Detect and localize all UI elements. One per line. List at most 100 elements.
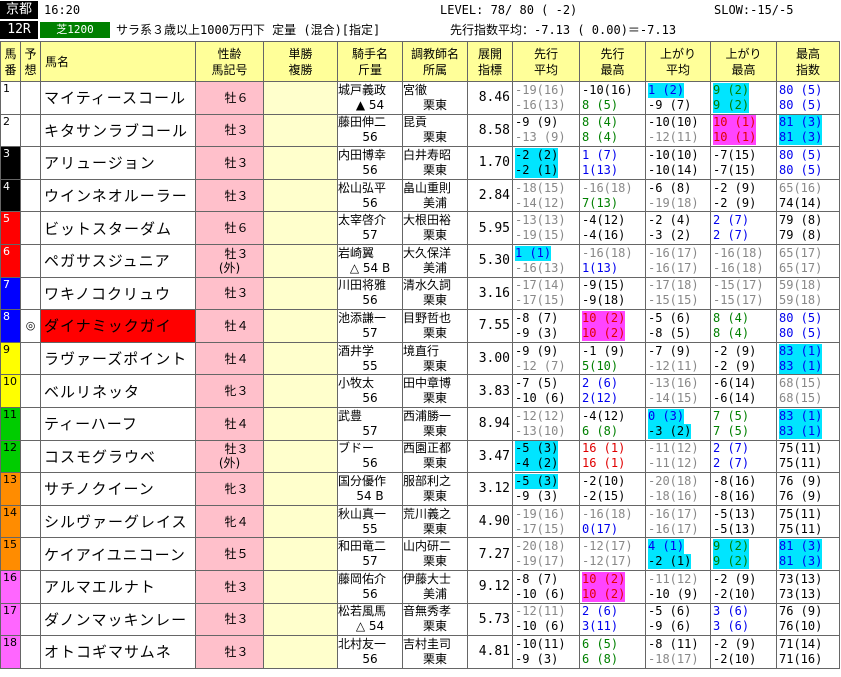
table-row[interactable]: 8 ◎ ダイナミックガイ 牡４ 池添謙一 57 目野哲也 栗東 7.55 -8 (7) -9 (… xyxy=(0,309,840,343)
jockey-cell[interactable]: 池添謙一 57 xyxy=(337,309,403,343)
stat-line: -8 (11) xyxy=(648,637,708,652)
stat-line: 74(14) xyxy=(779,196,837,211)
col-header-tenkai[interactable]: 展開 指標 xyxy=(467,41,513,82)
table-row[interactable]: 9 ラヴァーズポイント 牡４ 酒井学 55 境直行 栗東 3.00 -9 (9) -12 (7)… xyxy=(0,341,840,376)
trainer-cell[interactable]: 荒川義之 栗東 xyxy=(402,504,468,539)
stat-value: 6 (8) xyxy=(582,651,619,666)
col-header-jockey[interactable]: 騎手名 斤量 xyxy=(337,41,403,82)
horse-name[interactable]: ティーハーフ xyxy=(40,406,196,441)
table-row[interactable]: 18 オトコギマサムネ 牡３ 北村友一 56 吉村圭司 栗東 4.81 -10(11) -9 (… xyxy=(0,635,840,669)
horse-name[interactable]: マイティースコール xyxy=(40,81,196,115)
stat-line: -5 (6) xyxy=(648,604,708,619)
table-row[interactable]: 3 アリュージョン 牡３ 内田博幸 56 白井寿昭 栗東 1.70 -2 (2) -2 (1)… xyxy=(0,146,840,180)
horse-name[interactable]: オトコギマサムネ xyxy=(40,635,196,669)
stat-value: -4(12) xyxy=(582,213,626,228)
jockey-cell[interactable]: 国分優作 54 B xyxy=(337,472,403,506)
col-header-trainer[interactable]: 調教師名 所属 xyxy=(402,41,468,82)
trainer-name: 白井寿昭 xyxy=(403,147,452,162)
stat-value: 73(13) xyxy=(779,571,823,586)
jockey-cell[interactable]: 藤岡佑介 56 xyxy=(337,569,403,604)
trainer-cell[interactable]: 服部利之 栗東 xyxy=(402,472,468,506)
table-row[interactable]: 12 コスモグラウベ 牡３ (外) ブドー 56 西園正都 栗東 3.47 -5 (3) -4 … xyxy=(0,439,840,474)
table-row[interactable]: 16 アルマエルナト 牡３ 藤岡佑介 56 伊藤大士 美浦 9.12 -8 (7) -10 (6… xyxy=(0,569,840,604)
col-header-senko-avg[interactable]: 先行 平均 xyxy=(512,41,580,82)
jockey-cell[interactable]: 小牧太 56 xyxy=(337,374,403,408)
trainer-cell[interactable]: 畠山重則 美浦 xyxy=(402,178,468,213)
horse-name[interactable]: ケイアイユニコーン xyxy=(40,537,196,571)
trainer-cell[interactable]: 田中章博 栗東 xyxy=(402,374,468,408)
table-row[interactable]: 15 ケイアイユニコーン 牡５ 和田竜二 57 山内研二 栗東 7.27 -20(18) -19(… xyxy=(0,537,840,571)
jockey-cell[interactable]: 川田将雅 56 xyxy=(337,276,403,311)
col-header-sex-age[interactable]: 性齢 馬記号 xyxy=(195,41,264,82)
table-row[interactable]: 7 ワキノコクリュウ 牡３ 川田将雅 56 清水久詞 栗東 3.16 -17(14) -17(15… xyxy=(0,276,840,311)
jockey-cell[interactable]: 松若風馬 △ 54 xyxy=(337,602,403,637)
horse-name[interactable]: ビットスターダム xyxy=(40,211,196,245)
horse-name[interactable]: ペガサスジュニア xyxy=(40,243,196,278)
table-row[interactable]: 10 ベルリネッタ 牝３ 小牧太 56 田中章博 栗東 3.83 -7 (5) -10 (6) … xyxy=(0,374,840,408)
trainer-cell[interactable]: 昆貢 栗東 xyxy=(402,113,468,148)
col-header-odds[interactable]: 単勝 複勝 xyxy=(263,41,338,82)
table-row[interactable]: 17 ダノンマッキンレー 牡３ 松若風馬 △ 54 音無秀孝 栗東 5.73 -12(11) -1… xyxy=(0,602,840,637)
table-row[interactable]: 2 キタサンラブコール 牡３ 藤田伸二 56 昆貢 栗東 8.58 -9 (9) -13 (9)… xyxy=(0,113,840,148)
table-row[interactable]: 11 ティーハーフ 牡４ 武豊 57 西浦勝一 栗東 8.94 -12(12) -13(10) -4… xyxy=(0,406,840,441)
horse-name[interactable]: アルマエルナト xyxy=(40,569,196,604)
table-row[interactable]: 13 サチノクイーン 牝３ 国分優作 54 B 服部利之 栗東 3.12 -5 (3) -9 … xyxy=(0,472,840,506)
horse-name[interactable]: ウインネオルーラー xyxy=(40,178,196,213)
trainer-cell[interactable]: 音無秀孝 栗東 xyxy=(402,602,468,637)
jockey-cell[interactable]: 武豊 57 xyxy=(337,406,403,441)
table-row[interactable]: 1 マイティースコール 牡６ 城戸義政 ▲ 54 宮徹 栗東 8.46 -19(16) -16(1… xyxy=(0,81,840,115)
table-row[interactable]: 6 ペガサスジュニア 牡３ (外) 岩崎翼 △ 54 B 大久保洋 美浦 5.30 1 (1) -… xyxy=(0,243,840,278)
stat-line: -2 (9) xyxy=(713,359,774,374)
jockey-cell[interactable]: 北村友一 56 xyxy=(337,635,403,669)
jockey-cell[interactable]: 松山弘平 56 xyxy=(337,178,403,213)
horse-name[interactable]: シルヴァーグレイス xyxy=(40,504,196,539)
jockey-cell[interactable]: 和田竜二 57 xyxy=(337,537,403,571)
jockey-cell[interactable]: 酒井学 55 xyxy=(337,341,403,376)
jockey-cell[interactable]: 岩崎翼 △ 54 B xyxy=(337,243,403,278)
col-header-agari-max[interactable]: 上がり 最高 xyxy=(710,41,777,82)
trainer-cell[interactable]: 大根田裕 栗東 xyxy=(402,211,468,245)
table-row[interactable]: 4 ウインネオルーラー 牡３ 松山弘平 56 畠山重則 美浦 2.84 -18(15) -14(1… xyxy=(0,178,840,213)
trainer-cell[interactable]: 吉村圭司 栗東 xyxy=(402,635,468,669)
jockey-cell[interactable]: 秋山真一 55 xyxy=(337,504,403,539)
stat-line: -13(16) xyxy=(648,376,708,391)
horse-name[interactable]: ワキノコクリュウ xyxy=(40,276,196,311)
col-header-number[interactable]: 馬番 xyxy=(0,41,21,82)
col-header-horse-name[interactable]: 馬名 xyxy=(40,41,196,82)
stat-aa: -13(16) -14(15) xyxy=(645,374,711,408)
col-header-prediction[interactable]: 予想 xyxy=(20,41,41,82)
horse-name[interactable]: ベルリネッタ xyxy=(40,374,196,408)
horse-name[interactable]: サチノクイーン xyxy=(40,472,196,506)
stat-am: 2 (7) 2 (7) xyxy=(710,211,777,245)
stat-value: -2(10) xyxy=(582,473,626,488)
jockey-cell[interactable]: 太宰啓介 57 xyxy=(337,211,403,245)
trainer-cell[interactable]: 伊藤大士 美浦 xyxy=(402,569,468,604)
trainer-cell[interactable]: 境直行 栗東 xyxy=(402,341,468,376)
trainer-cell[interactable]: 山内研二 栗東 xyxy=(402,537,468,571)
stat-line: 9 (2) xyxy=(713,554,774,570)
trainer-cell[interactable]: 宮徹 栗東 xyxy=(402,81,468,115)
stat-line: 10 (2) xyxy=(582,310,643,326)
horse-name[interactable]: ダイナミックガイ xyxy=(40,309,196,343)
horse-name[interactable]: ダノンマッキンレー xyxy=(40,602,196,637)
horse-name[interactable]: ラヴァーズポイント xyxy=(40,341,196,376)
trainer-cell[interactable]: 西浦勝一 栗東 xyxy=(402,406,468,441)
horse-name[interactable]: アリュージョン xyxy=(40,146,196,180)
trainer-cell[interactable]: 大久保洋 美浦 xyxy=(402,243,468,278)
jockey-cell[interactable]: ブドー 56 xyxy=(337,439,403,474)
horse-name[interactable]: キタサンラブコール xyxy=(40,113,196,148)
trainer-cell[interactable]: 目野哲也 栗東 xyxy=(402,309,468,343)
jockey-cell[interactable]: 藤田伸二 56 xyxy=(337,113,403,148)
jockey-cell[interactable]: 城戸義政 ▲ 54 xyxy=(337,81,403,115)
table-row[interactable]: 14 シルヴァーグレイス 牝４ 秋山真一 55 荒川義之 栗東 4.90 -19(16) -17(… xyxy=(0,504,840,539)
prediction-mark xyxy=(20,602,41,637)
horse-name[interactable]: コスモグラウベ xyxy=(40,439,196,474)
col-header-max-index[interactable]: 最高 指数 xyxy=(776,41,840,82)
trainer-cell[interactable]: 西園正都 栗東 xyxy=(402,439,468,474)
col-header-senko-max[interactable]: 先行 最高 xyxy=(579,41,646,82)
table-row[interactable]: 5 ビットスターダム 牡６ 太宰啓介 57 大根田裕 栗東 5.95 -13(13) -19(15… xyxy=(0,211,840,245)
jockey-cell[interactable]: 内田博幸 56 xyxy=(337,146,403,180)
trainer-cell[interactable]: 白井寿昭 栗東 xyxy=(402,146,468,180)
col-header-agari-avg[interactable]: 上がり 平均 xyxy=(645,41,711,82)
trainer-cell[interactable]: 清水久詞 栗東 xyxy=(402,276,468,311)
